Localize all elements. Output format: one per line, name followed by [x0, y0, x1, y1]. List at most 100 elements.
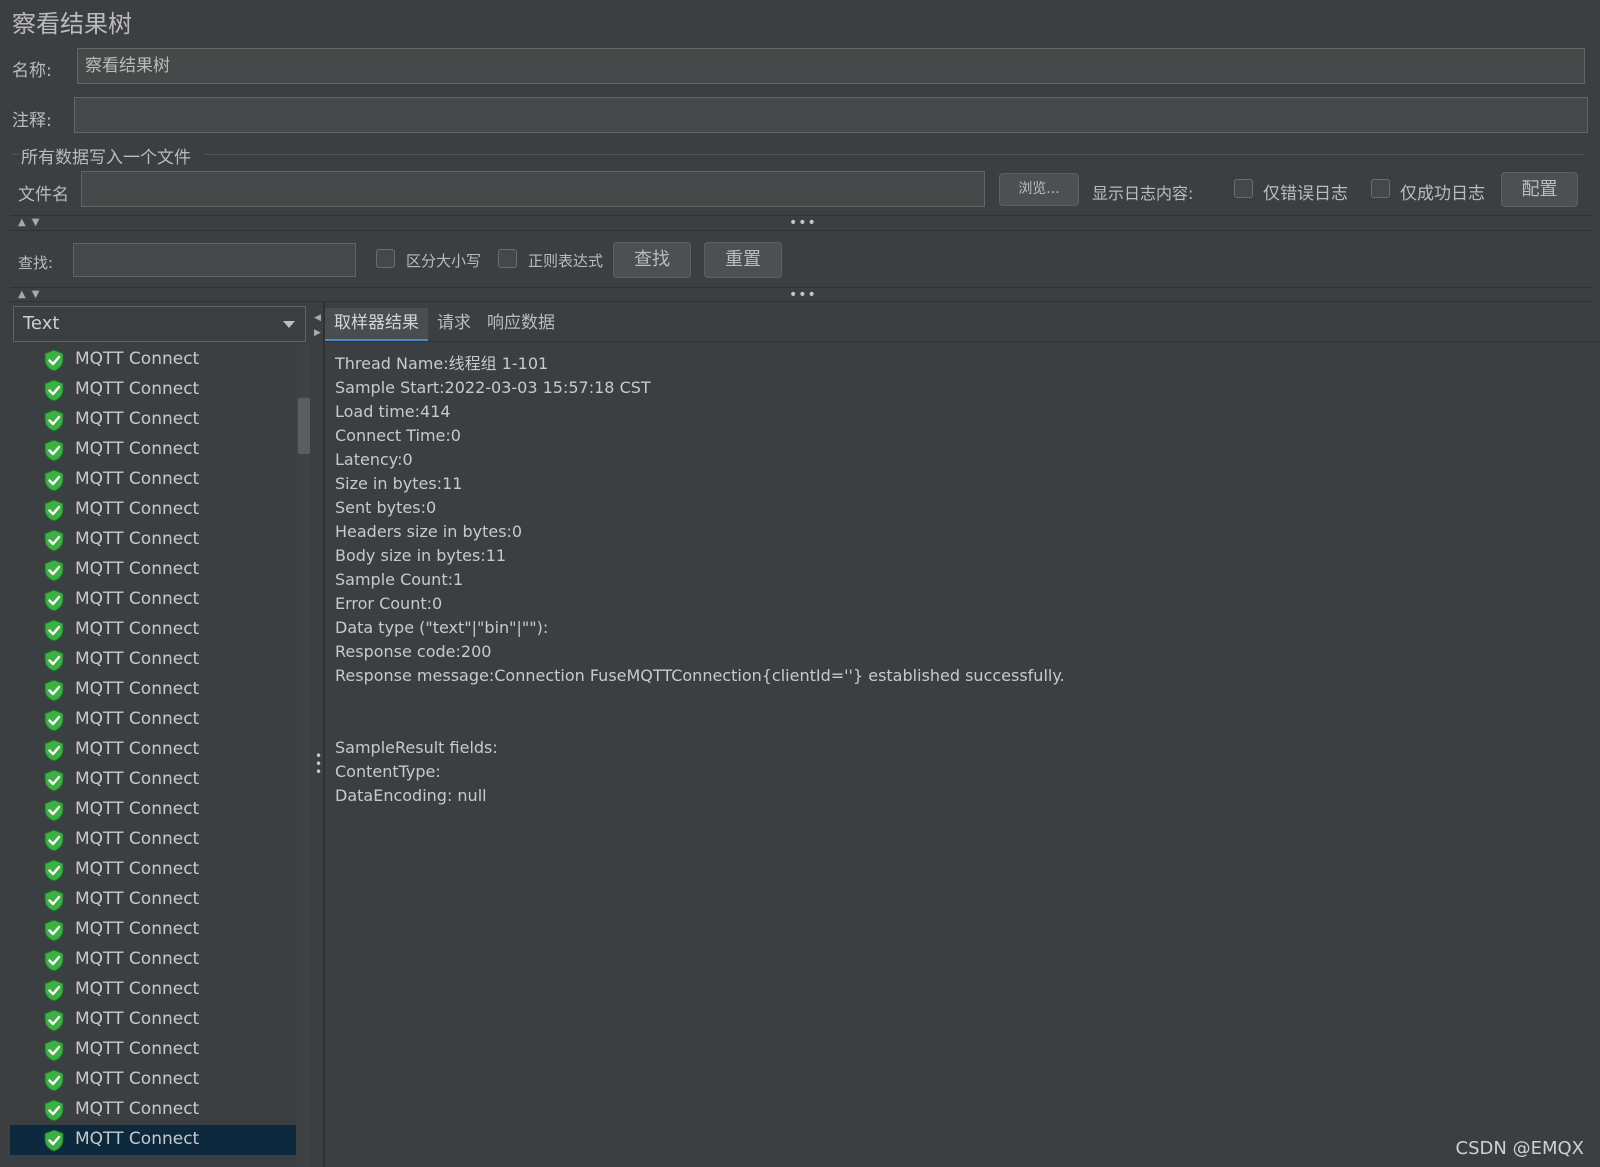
shield-check-icon [43, 499, 65, 522]
tree-item[interactable]: MQTT Connect [10, 495, 296, 525]
browse-button[interactable]: 浏览... [999, 173, 1079, 206]
tree-item[interactable]: MQTT Connect [10, 375, 296, 405]
tree-item-label: MQTT Connect [75, 499, 200, 519]
tree-item[interactable]: MQTT Connect [10, 735, 296, 765]
tree-item[interactable]: MQTT Connect [10, 825, 296, 855]
tree-item[interactable]: MQTT Connect [10, 555, 296, 585]
shield-check-icon [43, 1129, 65, 1152]
tree-item[interactable]: MQTT Connect [10, 435, 296, 465]
result-line: Response message:Connection FuseMQTTConn… [335, 666, 1065, 685]
tree-item[interactable]: MQTT Connect [10, 1095, 296, 1125]
tree-item-label: MQTT Connect [75, 529, 200, 549]
result-line: Response code:200 [335, 642, 492, 661]
result-line: Error Count:0 [335, 594, 443, 613]
drag-handle-icon[interactable]: ••• [789, 216, 817, 230]
errors-only-checkbox[interactable] [1234, 179, 1253, 198]
tree-item-label: MQTT Connect [75, 649, 200, 669]
result-line: Sent bytes:0 [335, 498, 437, 517]
shield-check-icon [43, 1009, 65, 1032]
tree-item-label: MQTT Connect [75, 979, 200, 999]
success-only-checkbox[interactable] [1371, 179, 1390, 198]
tree-item[interactable]: MQTT Connect [10, 1005, 296, 1035]
tree-item[interactable]: MQTT Connect [10, 765, 296, 795]
result-line: Size in bytes:11 [335, 474, 463, 493]
search-input[interactable] [73, 243, 356, 277]
tree-scrollbar-thumb[interactable] [298, 398, 310, 454]
case-sensitive-checkbox[interactable] [376, 249, 395, 268]
tree-item[interactable]: MQTT Connect [10, 1125, 296, 1155]
tree-item[interactable]: MQTT Connect [10, 975, 296, 1005]
collapse-arrows-icon[interactable]: ▲▼ [18, 217, 45, 228]
find-button[interactable]: 查找 [613, 242, 691, 278]
tab-request[interactable]: 请求 [428, 308, 480, 342]
tree-item[interactable]: MQTT Connect [10, 525, 296, 555]
result-line: Load time:414 [335, 402, 451, 421]
collapse-arrows-icon[interactable]: ▲▼ [18, 289, 45, 300]
tree-item[interactable]: MQTT Connect [10, 795, 296, 825]
shield-check-icon [43, 799, 65, 822]
tree-item[interactable]: MQTT Connect [10, 885, 296, 915]
result-line: ContentType: [335, 762, 441, 781]
filename-label: 文件名 [18, 185, 69, 205]
reset-button[interactable]: 重置 [704, 242, 782, 278]
shield-check-icon [43, 649, 65, 672]
tree-item-label: MQTT Connect [75, 349, 200, 369]
result-line: Connect Time:0 [335, 426, 461, 445]
tree-item-label: MQTT Connect [75, 679, 200, 699]
result-line: SampleResult fields: [335, 738, 498, 757]
tree-scrollbar[interactable] [296, 345, 310, 1167]
configure-button[interactable]: 配置 [1501, 172, 1578, 207]
tree-item-label: MQTT Connect [75, 619, 200, 639]
name-input[interactable]: 察看结果树 [77, 48, 1585, 84]
result-line: Sample Start:2022-03-03 15:57:18 CST [335, 378, 651, 397]
comment-input[interactable] [74, 97, 1588, 133]
tree-item[interactable]: MQTT Connect [10, 675, 296, 705]
tree-item-label: MQTT Connect [75, 439, 200, 459]
name-label: 名称: [12, 61, 52, 81]
tree-item[interactable]: MQTT Connect [10, 1035, 296, 1065]
shield-check-icon [43, 1069, 65, 1092]
tree-item[interactable]: MQTT Connect [10, 615, 296, 645]
result-line: Body size in bytes:11 [335, 546, 507, 565]
regex-checkbox[interactable] [498, 249, 517, 268]
filename-input[interactable] [81, 171, 985, 207]
tree-item-label: MQTT Connect [75, 1009, 200, 1029]
results-tree[interactable]: MQTT Connect MQTT Connect MQTT Connect MQTT… [10, 345, 296, 1167]
splitter-drag-icon[interactable]: • • • [315, 750, 322, 778]
splitter-arrows-icon[interactable]: ◀ ▶ [314, 311, 321, 341]
result-line [335, 688, 1065, 712]
tab-sampler-result[interactable]: 取样器结果 [325, 308, 428, 342]
shield-check-icon [43, 949, 65, 972]
drag-handle-icon[interactable]: ••• [789, 288, 817, 302]
tree-item-label: MQTT Connect [75, 559, 200, 579]
shield-check-icon [43, 919, 65, 942]
tree-item[interactable]: MQTT Connect [10, 915, 296, 945]
tree-item-label: MQTT Connect [75, 769, 200, 789]
tree-item-label: MQTT Connect [75, 889, 200, 909]
tree-item[interactable]: MQTT Connect [10, 705, 296, 735]
tree-item[interactable]: MQTT Connect [10, 855, 296, 885]
tree-item[interactable]: MQTT Connect [10, 585, 296, 615]
tree-item-label: MQTT Connect [75, 829, 200, 849]
vertical-splitter[interactable] [323, 302, 325, 1167]
result-line: Sample Count:1 [335, 570, 464, 589]
result-line: Data type ("text"|"bin"|""): [335, 618, 549, 637]
tab-response-data[interactable]: 响应数据 [478, 308, 564, 342]
renderer-selected-value: Text [23, 313, 60, 334]
tree-item[interactable]: MQTT Connect [10, 645, 296, 675]
success-only-label: 仅成功日志 [1400, 184, 1485, 204]
panel-title: 察看结果树 [12, 10, 132, 38]
renderer-select[interactable]: Text [13, 306, 306, 342]
tree-item[interactable]: MQTT Connect [10, 465, 296, 495]
tree-item-label: MQTT Connect [75, 799, 200, 819]
sampler-result-text[interactable]: Thread Name:线程组 1-101 Sample Start:2022-0… [335, 352, 1065, 808]
tree-item[interactable]: MQTT Connect [10, 1065, 296, 1095]
shield-check-icon [43, 529, 65, 552]
tree-item[interactable]: MQTT Connect [10, 345, 296, 375]
tree-item-label: MQTT Connect [75, 1129, 200, 1149]
shield-check-icon [43, 709, 65, 732]
tree-item-label: MQTT Connect [75, 949, 200, 969]
tree-item-label: MQTT Connect [75, 859, 200, 879]
tree-item[interactable]: MQTT Connect [10, 405, 296, 435]
tree-item[interactable]: MQTT Connect [10, 945, 296, 975]
